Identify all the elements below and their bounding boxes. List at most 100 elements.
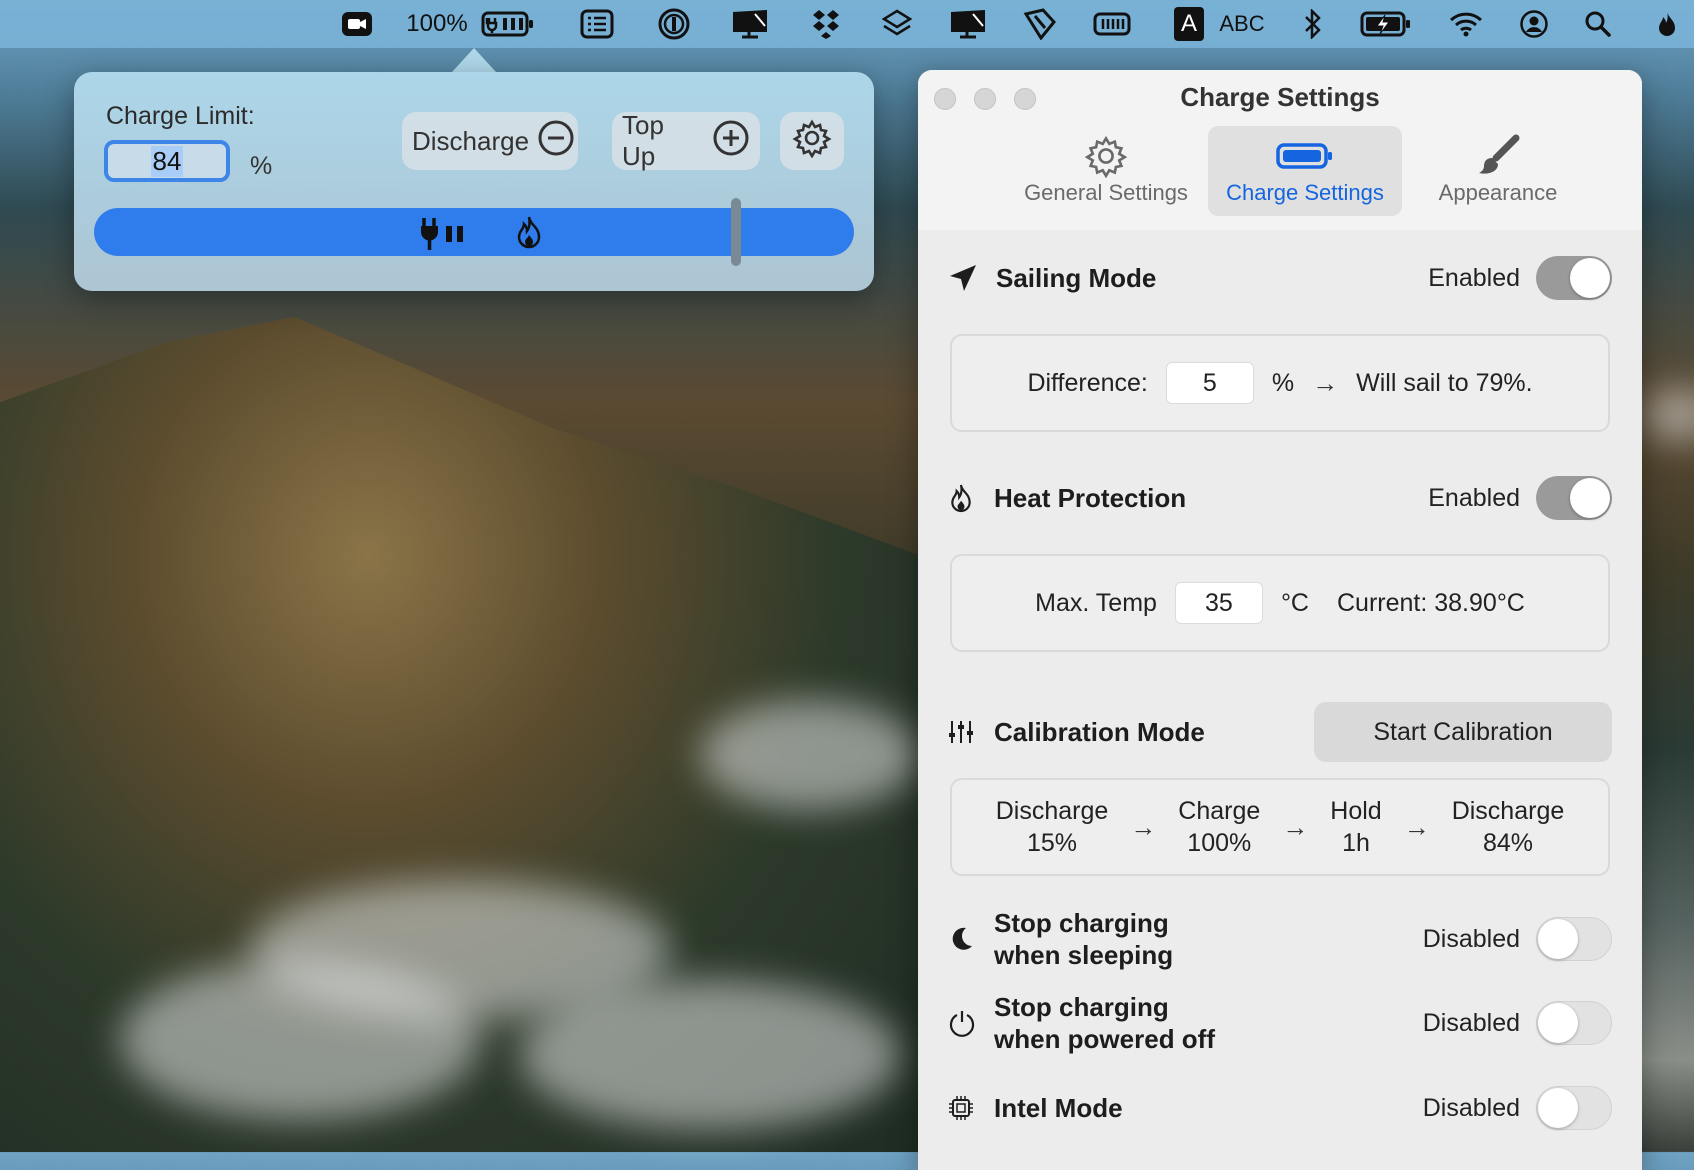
stop-charging-sleeping-toggle[interactable] <box>1536 917 1612 961</box>
charge-limit-input[interactable]: 84 <box>104 140 230 182</box>
step-line2: 1h <box>1342 829 1370 857</box>
intel-mode-control: Disabled <box>1423 1086 1612 1130</box>
battery-icon <box>1275 132 1335 180</box>
sailing-mode-row: Sailing Mode Enabled <box>948 248 1612 308</box>
heat-protection-state: Enabled <box>1428 483 1520 512</box>
search-icon[interactable] <box>1582 0 1614 48</box>
stop-charging-powered-off-title: Stop charging when powered off <box>994 991 1215 1055</box>
slider-handle[interactable] <box>731 198 741 266</box>
heat-protection-title: Heat Protection <box>994 483 1187 513</box>
current-temp: Current: 38.90°C <box>1337 588 1525 617</box>
sailing-mode-toggle[interactable] <box>1536 256 1612 300</box>
battery-plug-icon[interactable] <box>480 0 536 48</box>
wifi-icon[interactable] <box>1448 0 1484 48</box>
discharge-button[interactable]: Discharge <box>402 112 578 170</box>
intel-mode-state: Disabled <box>1422 1093 1520 1122</box>
step-line2: 100% <box>1187 829 1252 857</box>
power-icon <box>948 1009 984 1037</box>
input-source-letter: A <box>1174 7 1204 41</box>
gear-icon <box>1084 132 1128 180</box>
stop-charging-sleeping-control: Disabled <box>1423 917 1612 961</box>
charge-limit-value: 84 <box>150 145 184 177</box>
tab-label: General Settings <box>1024 180 1188 205</box>
sailing-mode-state: Enabled <box>1428 263 1520 292</box>
stop-charging-sleeping-state: Disabled <box>1422 924 1520 953</box>
difference-label: Difference: <box>1027 368 1148 397</box>
arrow-right-icon: → <box>1130 811 1157 842</box>
charge-limit-label: Charge Limit: <box>106 102 255 130</box>
layers-icon[interactable] <box>880 0 914 48</box>
tab-label: Charge Settings <box>1226 180 1384 205</box>
stop-charging-powered-off-control: Disabled <box>1423 1001 1612 1045</box>
stop-charging-powered-off-toggle[interactable] <box>1536 1001 1612 1045</box>
charge-settings-window: Charge Settings General Settings Charge … <box>918 70 1642 1170</box>
input-source-letter-icon[interactable]: A <box>1172 0 1206 48</box>
percent-sign: % <box>250 152 273 180</box>
display-icon[interactable] <box>730 0 770 48</box>
intel-mode-toggle[interactable] <box>1536 1086 1612 1130</box>
stop-charging-powered-off-row: Stop charging when powered off Disabled <box>948 988 1612 1058</box>
user-account-icon[interactable] <box>1518 0 1550 48</box>
max-temp-label: Max. Temp <box>1035 588 1157 617</box>
step-line2: 15% <box>1026 829 1078 857</box>
dropbox-icon[interactable] <box>810 0 842 48</box>
intel-mode-title: Intel Mode <box>994 1093 1123 1123</box>
arrow-right-icon: → <box>1403 811 1430 842</box>
sail-result: Will sail to 79%. <box>1356 368 1533 397</box>
pen-tablet-icon[interactable] <box>1022 0 1058 48</box>
stop-charging-powered-off-state: Disabled <box>1422 1008 1520 1037</box>
checklist-icon[interactable] <box>578 0 616 48</box>
popover-arrow <box>452 48 496 72</box>
paintbrush-icon <box>1476 132 1520 180</box>
stop-charging-sleeping-title: Stop charging when sleeping <box>994 907 1173 971</box>
paper-plane-icon <box>948 263 984 293</box>
calibration-step: Discharge 15% <box>996 795 1109 859</box>
settings-button[interactable] <box>780 112 844 170</box>
display-icon-2[interactable] <box>948 0 988 48</box>
tab-appearance[interactable]: Appearance <box>1414 126 1582 216</box>
window-titlebar: Charge Settings General Settings Charge … <box>918 70 1642 231</box>
heat-protection-card: Max. Temp 35 °C Current: 38.90°C <box>950 554 1610 652</box>
sliders-icon <box>948 719 984 745</box>
title-line2: when sleeping <box>994 940 1174 970</box>
title-line1: Stop charging <box>994 992 1169 1022</box>
battery-charging-icon[interactable] <box>1360 0 1412 48</box>
max-temp-unit: °C <box>1280 588 1309 617</box>
tab-charge-settings[interactable]: Charge Settings <box>1208 126 1402 216</box>
stop-charging-sleeping-row: Stop charging when sleeping Disabled <box>948 904 1612 974</box>
start-calibration-button[interactable]: Start Calibration <box>1314 702 1612 762</box>
tab-general-settings[interactable]: General Settings <box>1018 126 1194 216</box>
calibration-step: Hold 1h <box>1330 795 1381 859</box>
heat-protection-toggle[interactable] <box>1536 476 1612 520</box>
calibration-mode-title: Calibration Mode <box>994 717 1205 747</box>
window-title: Charge Settings <box>1180 82 1380 112</box>
moon-icon <box>948 926 984 952</box>
sailing-mode-title: Sailing Mode <box>996 263 1157 293</box>
flame-icon <box>514 214 544 255</box>
step-line1: Charge <box>1178 797 1261 825</box>
tab-label: Appearance <box>1438 180 1558 205</box>
charge-limit-popover: Charge Limit: 84 % Discharge Top Up <box>74 72 874 291</box>
battery-percent-text[interactable]: 100% <box>404 0 470 48</box>
menu-bar: 100% A ABC <box>0 0 1694 48</box>
flame-icon[interactable] <box>1652 0 1682 48</box>
step-line1: Hold <box>1330 797 1382 825</box>
gear-icon <box>792 118 832 165</box>
heat-protection-row: Heat Protection Enabled <box>948 468 1612 528</box>
max-temp-input[interactable]: 35 <box>1174 582 1263 624</box>
difference-input[interactable]: 5 <box>1165 362 1254 404</box>
video-camera-icon[interactable] <box>340 0 374 48</box>
difference-unit: % <box>1271 368 1295 397</box>
memory-icon[interactable] <box>1092 0 1132 48</box>
password-manager-icon[interactable] <box>656 0 692 48</box>
arrow-right-icon: → <box>1312 367 1339 398</box>
cpu-chip-icon <box>948 1095 984 1121</box>
sailing-mode-control: Enabled <box>1428 256 1612 300</box>
calibration-mode-row: Calibration Mode Start Calibration <box>948 702 1612 762</box>
flame-icon <box>948 482 984 514</box>
top-up-button[interactable]: Top Up <box>612 110 760 171</box>
title-line2: when powered off <box>994 1024 1215 1054</box>
bluetooth-icon[interactable] <box>1300 0 1326 48</box>
input-source-text[interactable]: ABC <box>1214 0 1270 48</box>
step-line1: Discharge <box>995 797 1109 825</box>
